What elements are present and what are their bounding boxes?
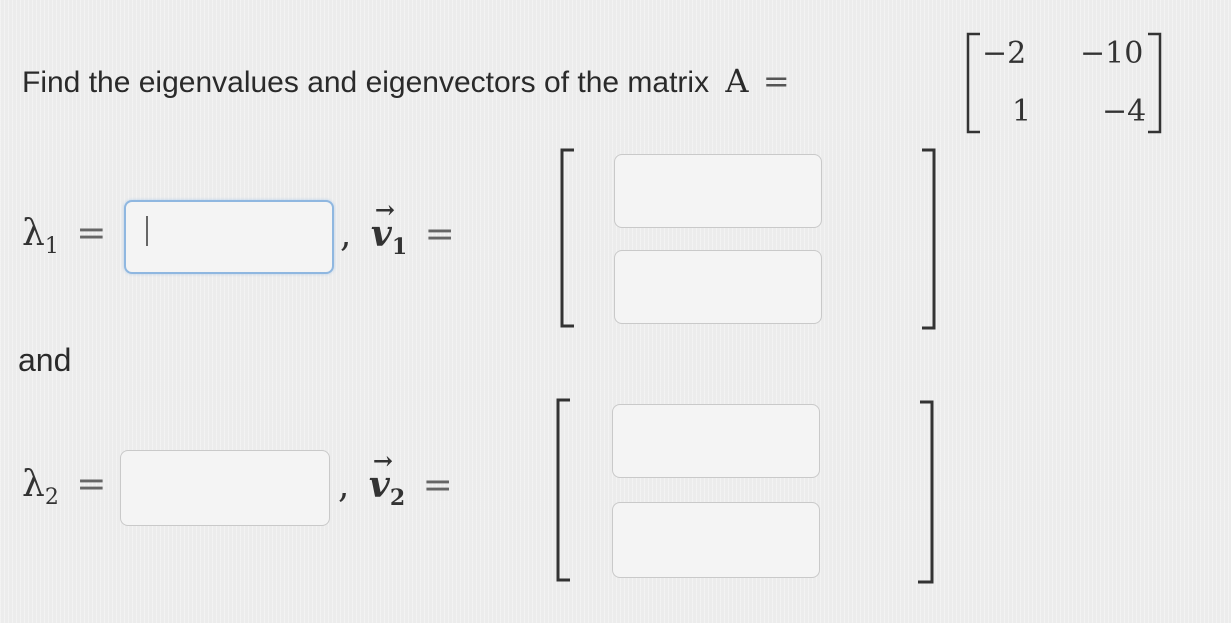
lambda-2-label: λ2 =	[22, 464, 107, 511]
matrix-cell-1-2: −10	[1080, 36, 1144, 71]
vector-arrow-icon: →	[374, 195, 396, 224]
text-caret	[146, 216, 148, 246]
question-text: Find the eigenvalues and eigenvectors of…	[22, 62, 790, 100]
v-1-label: , → v 1 =	[340, 195, 455, 261]
vector-arrow-icon: →	[372, 446, 394, 475]
lambda-1-label: λ1 =	[22, 213, 107, 260]
v-2-label: , → v 2 =	[338, 446, 453, 512]
matrix-cell-2-2: −4	[1102, 94, 1147, 129]
matrix-cell-1-1: −2	[982, 36, 1027, 71]
v-1-entry-2-input[interactable]	[614, 250, 822, 324]
v-1-entry-1-input[interactable]	[614, 154, 822, 228]
question-prompt: Find the eigenvalues and eigenvectors of…	[22, 66, 710, 99]
v-2-entry-2-input[interactable]	[612, 502, 820, 578]
matrix-symbol: A	[725, 62, 749, 100]
matrix-equals: =	[762, 62, 790, 100]
connector-text: and	[18, 342, 72, 378]
lambda-1-input[interactable]	[124, 200, 334, 274]
matrix-a: −2 −10 1 −4	[962, 28, 1172, 138]
v-2-entry-1-input[interactable]	[612, 404, 820, 478]
matrix-cell-2-1: 1	[1012, 94, 1032, 129]
lambda-2-input[interactable]	[120, 450, 330, 526]
